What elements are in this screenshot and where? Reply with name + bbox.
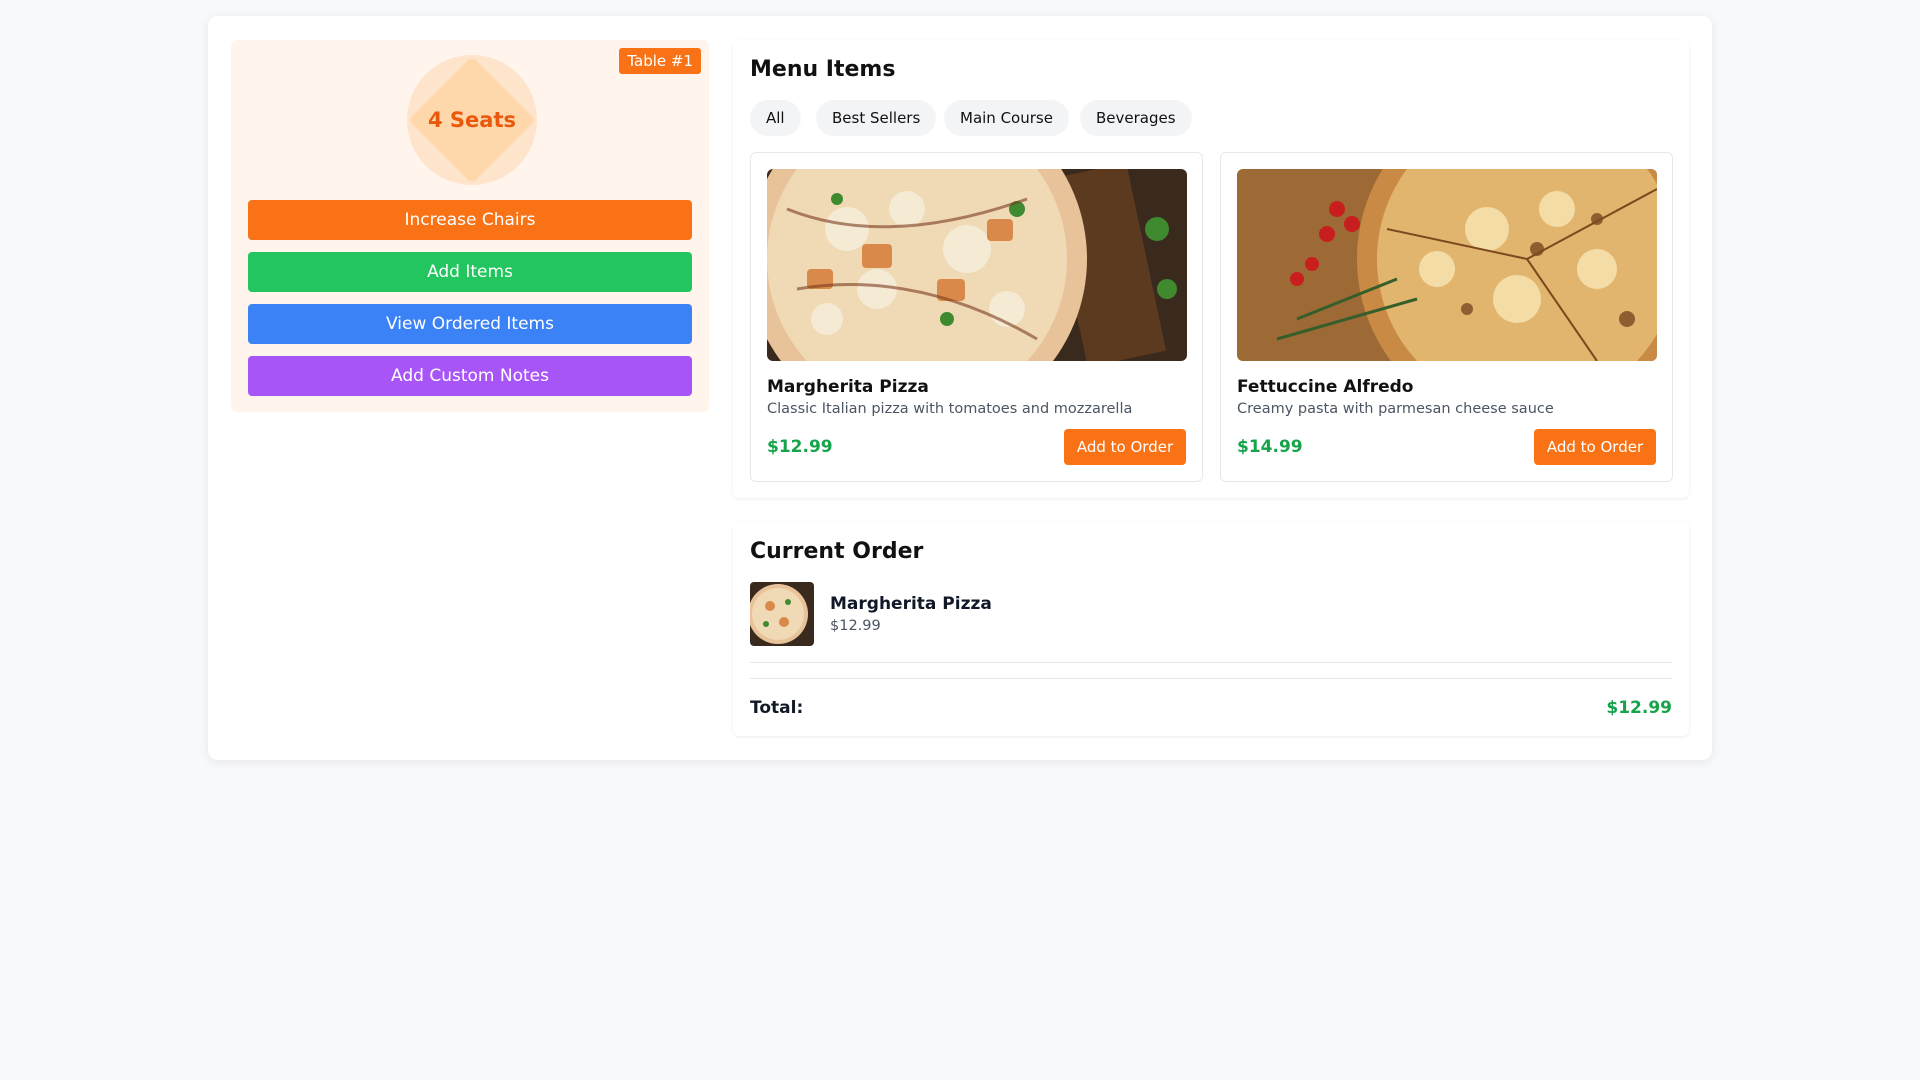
pizza-thumbnail — [750, 582, 814, 646]
menu-card-margherita: Margherita Pizza Classic Italian pizza w… — [750, 152, 1203, 482]
item-price: $12.99 — [767, 437, 833, 457]
order-panel: Current Order Margherita Pizza $12.99 To… — [733, 522, 1689, 736]
order-title: Current Order — [750, 539, 924, 564]
menu-title: Menu Items — [750, 57, 896, 82]
filter-beverages[interactable]: Beverages — [1080, 100, 1192, 136]
total-value: $12.99 — [1606, 698, 1672, 718]
menu-panel: Menu Items All Best Sellers Main Course … — [733, 40, 1689, 498]
add-custom-notes-button[interactable]: Add Custom Notes — [248, 356, 692, 396]
item-name: Fettuccine Alfredo — [1237, 377, 1414, 397]
filter-main-course[interactable]: Main Course — [944, 100, 1069, 136]
filter-all[interactable]: All — [750, 100, 801, 136]
filter-best-sellers[interactable]: Best Sellers — [816, 100, 937, 136]
table-panel: Table #1 4 Seats Increase Chairs Add Ite… — [231, 40, 709, 412]
item-description: Classic Italian pizza with tomatoes and … — [767, 401, 1133, 417]
item-description: Creamy pasta with parmesan cheese sauce — [1237, 401, 1554, 417]
pizza-photo — [767, 169, 1187, 361]
seats-label: 4 Seats — [428, 108, 516, 132]
table-badge: Table #1 — [619, 48, 701, 74]
item-name: Margherita Pizza — [767, 377, 929, 397]
add-to-order-button[interactable]: Add to Order — [1534, 429, 1656, 465]
item-price: $14.99 — [1237, 437, 1303, 457]
add-items-button[interactable]: Add Items — [248, 252, 692, 292]
pizza-photo — [1237, 169, 1657, 361]
order-item-price: $12.99 — [830, 618, 881, 634]
order-item-name: Margherita Pizza — [830, 594, 992, 614]
add-to-order-button[interactable]: Add to Order — [1064, 429, 1186, 465]
total-label: Total: — [750, 698, 804, 718]
menu-card-fettuccine: Fettuccine Alfredo Creamy pasta with par… — [1220, 152, 1673, 482]
divider — [750, 662, 1672, 663]
increase-chairs-button[interactable]: Increase Chairs — [248, 200, 692, 240]
view-ordered-items-button[interactable]: View Ordered Items — [248, 304, 692, 344]
divider — [750, 678, 1672, 679]
